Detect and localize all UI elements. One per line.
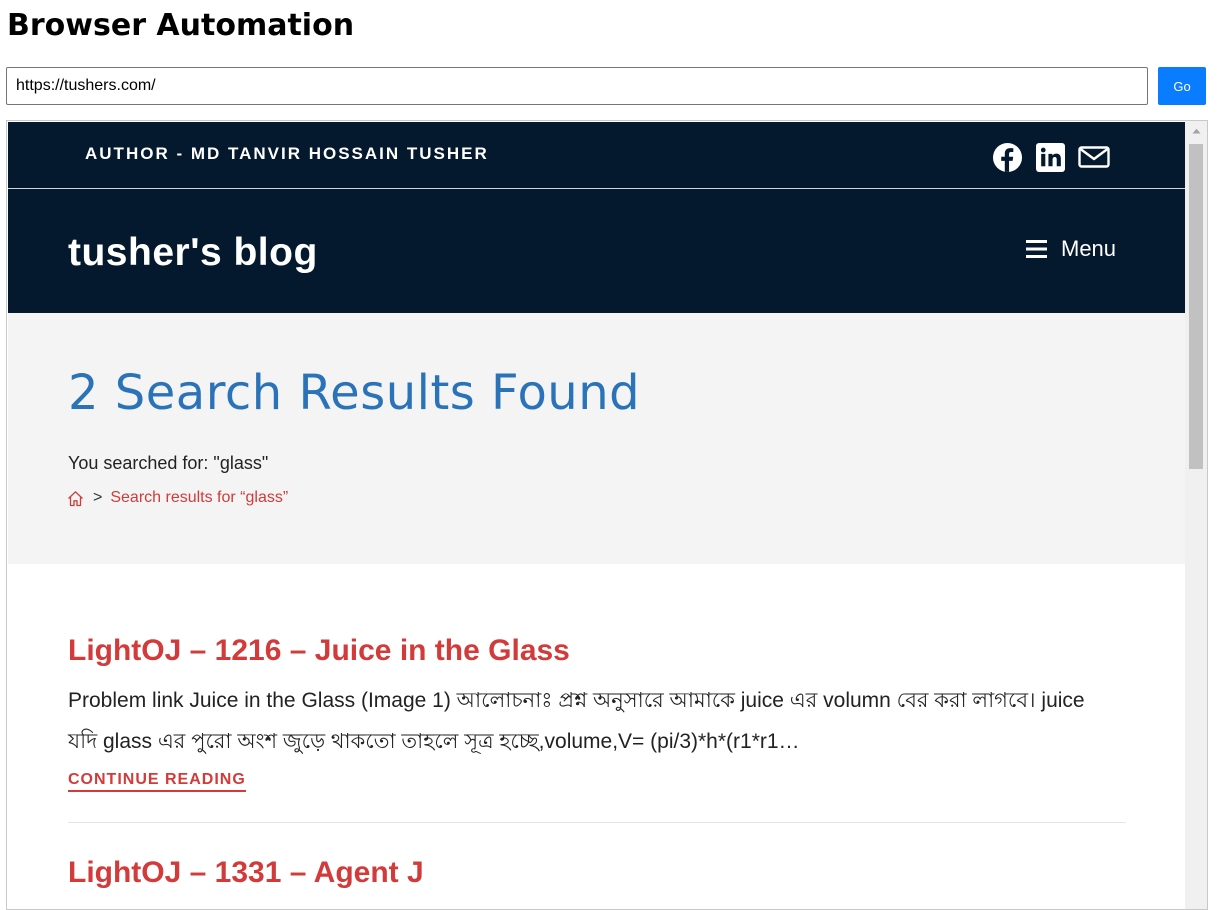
site-header: tusher's blog Menu [8,189,1185,313]
hamburger-icon [1026,240,1047,258]
app-title: Browser Automation [7,8,355,43]
scrollbar-thumb[interactable] [1189,144,1203,469]
menu-label: Menu [1061,236,1117,261]
go-button[interactable]: Go [1158,67,1206,105]
results-count-heading: 2 Search Results Found [68,365,641,421]
result-title-link[interactable]: LightOJ – 1216 – Juice in the Glass [68,634,570,667]
site-title[interactable]: tusher's blog [68,231,318,275]
menu-button[interactable]: Menu [1026,236,1116,262]
search-results-header: 2 Search Results Found You searched for:… [8,313,1185,564]
home-icon[interactable] [67,490,84,507]
top-bar: AUTHOR - MD TANVIR HOSSAIN TUSHER [8,122,1185,188]
result-item: LightOJ – 1216 – Juice in the Glass Prob… [68,632,1185,823]
searched-for-text: You searched for: "glass" [68,453,269,473]
vertical-scrollbar[interactable] [1185,121,1207,909]
continue-reading-link[interactable]: CONTINUE READING [68,771,246,792]
result-excerpt: Problem link Juice in the Glass (Image 1… [68,689,1085,753]
breadcrumb: > Search results for “glass” [67,489,288,507]
mail-icon[interactable] [1078,146,1110,176]
results-list: LightOJ – 1216 – Juice in the Glass Prob… [8,564,1185,892]
result-divider [68,822,1126,823]
web-page: AUTHOR - MD TANVIR HOSSAIN TUSHER tusher… [8,122,1185,892]
scroll-up-arrow-icon[interactable] [1185,121,1207,141]
facebook-icon[interactable] [992,142,1023,173]
author-banner: AUTHOR - MD TANVIR HOSSAIN TUSHER [85,144,489,163]
url-input[interactable] [6,67,1148,105]
breadcrumb-current[interactable]: Search results for “glass” [110,489,288,507]
breadcrumb-separator: > [93,489,103,506]
result-title-link[interactable]: LightOJ – 1331 – Agent J [68,856,424,889]
browser-viewport[interactable]: AUTHOR - MD TANVIR HOSSAIN TUSHER tusher… [6,120,1208,910]
result-item: LightOJ – 1331 – Agent J [68,854,1185,892]
linkedin-icon[interactable] [1036,143,1065,173]
